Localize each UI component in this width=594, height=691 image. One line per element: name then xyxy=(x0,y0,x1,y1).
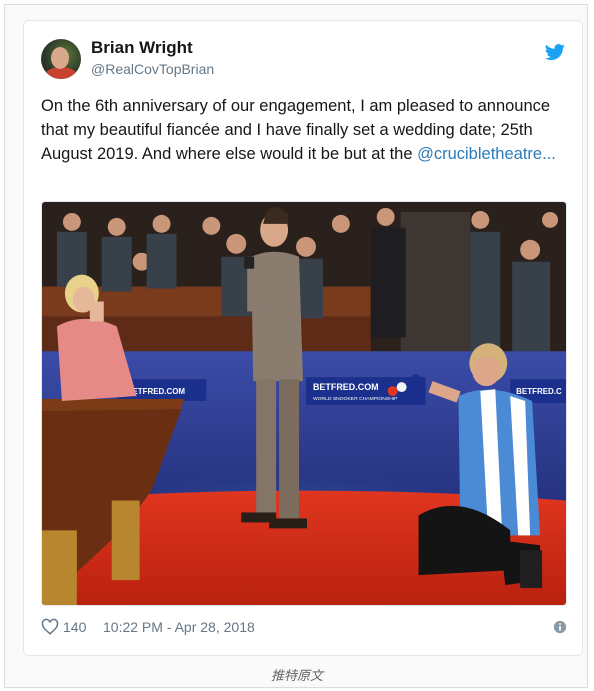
table-leg xyxy=(42,530,77,605)
avatar-face xyxy=(51,47,69,69)
page-frame: Brian Wright @RealCovTopBrian On the 6th… xyxy=(4,4,588,688)
heart-icon[interactable] xyxy=(41,618,59,636)
snooker-ball xyxy=(396,382,407,393)
tweet-text: On the 6th anniversary of our engagement… xyxy=(41,94,571,166)
banner-right-text: BETFRED.C xyxy=(516,387,562,396)
avatar[interactable] xyxy=(41,39,81,79)
snooker-ball xyxy=(387,386,398,397)
tweet-photo[interactable]: BETFRED.COM BETFRED.COM WORLD SNOOKER CH… xyxy=(41,201,567,606)
info-icon[interactable] xyxy=(553,620,567,634)
tweet-footer: 140 10:22 PM - Apr 28, 2018 xyxy=(41,618,567,638)
tweet-timestamp[interactable]: 10:22 PM - Apr 28, 2018 xyxy=(103,619,255,635)
author-handle[interactable]: @RealCovTopBrian xyxy=(91,61,214,77)
table-leg xyxy=(111,500,140,581)
tweet-card[interactable]: Brian Wright @RealCovTopBrian On the 6th… xyxy=(23,20,583,656)
banner-middle-sub: WORLD SNOOKER CHAMPIONSHIP xyxy=(313,396,398,402)
like-count[interactable]: 140 xyxy=(63,619,86,635)
banner-middle-text: BETFRED.COM xyxy=(313,382,379,392)
author-name[interactable]: Brian Wright xyxy=(91,38,193,58)
twitter-bird-icon[interactable] xyxy=(544,42,566,62)
image-caption: 推特原文 xyxy=(270,668,323,683)
mention-link[interactable]: @crucibletheatre... xyxy=(417,145,556,163)
stairs xyxy=(400,211,471,352)
